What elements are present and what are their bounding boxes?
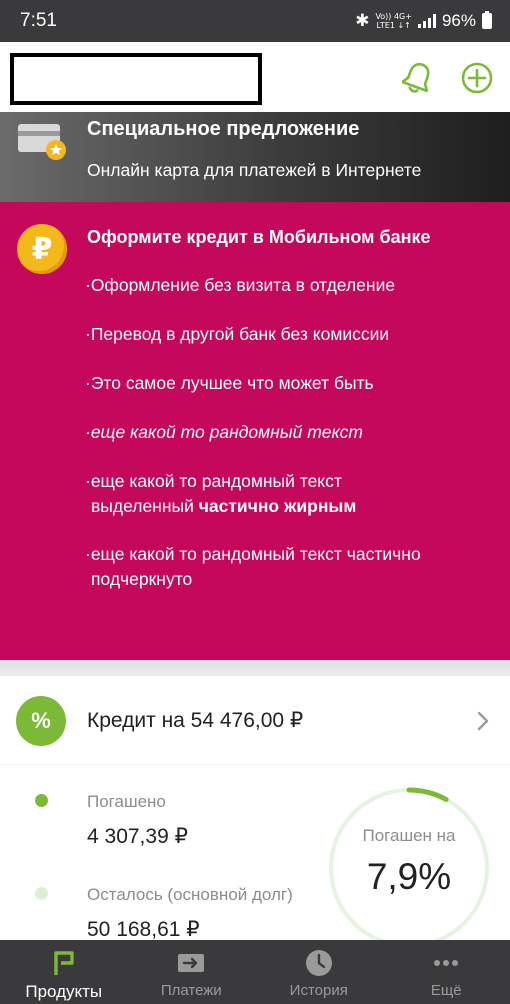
ring-value: 7,9% <box>366 856 452 897</box>
special-offer-title: Специальное предложение <box>87 118 360 140</box>
nav-more-label: Ещё <box>430 982 462 999</box>
network-type: Vo)) 4G+ LTE1 ↓↑ <box>375 12 412 30</box>
promo-item-line: подчеркнуто <box>91 569 193 589</box>
percent-icon: % <box>16 696 66 746</box>
credit-title: Кредит на 54 476,00 ₽ <box>87 709 304 732</box>
promo-item-italic: ·еще какой то рандомный текст <box>85 422 363 442</box>
credit-card[interactable]: % Кредит на 54 476,00 ₽ Погашено 4 307,3… <box>0 676 510 949</box>
ring-label: Погашен на <box>362 826 456 845</box>
nav-history-label: История <box>289 982 348 999</box>
promo-item: ·еще какой то рандомный текст <box>85 420 363 445</box>
bell-icon[interactable] <box>402 60 434 94</box>
status-indicators: ✱ Vo)) 4G+ LTE1 ↓↑ 96% <box>355 11 492 31</box>
nav-history[interactable]: История <box>255 940 383 1004</box>
promo-item-bold: частично жирным <box>198 496 357 516</box>
promo-item: ·Это самое лучшее что может быть <box>85 373 374 393</box>
add-circle-icon[interactable] <box>461 62 493 94</box>
section-separator <box>0 660 510 676</box>
card-star-icon <box>18 124 66 160</box>
status-time: 7:51 <box>20 10 57 31</box>
promo-item: ·еще какой то рандомный текст частично п… <box>85 542 421 592</box>
promo-item-regular: выделенный <box>91 496 199 516</box>
more-dots-icon <box>434 960 459 966</box>
promo-item-line: выделенный частично жирным <box>85 494 356 519</box>
promo-item-line: ·еще какой то рандомный текст частично <box>85 544 421 564</box>
paid-value: 4 307,39 ₽ <box>87 825 188 848</box>
products-logo-icon <box>54 951 74 975</box>
remaining-value: 50 168,61 ₽ <box>87 918 200 941</box>
remaining-label: Осталось (основной долг) <box>87 885 293 904</box>
chevron-right-icon[interactable] <box>476 710 490 732</box>
redacted-title-box <box>10 53 262 105</box>
bottom-nav: Продукты Платежи История Ещё <box>0 940 510 1004</box>
nav-payments[interactable]: Платежи <box>128 940 256 1004</box>
promo-item: ·Перевод в другой банк без комиссии <box>85 324 390 344</box>
nav-payments-label: Платежи <box>160 982 222 999</box>
network-type-top: Vo)) 4G+ <box>375 12 412 21</box>
promo-item: ·еще какой то рандомный текст выделенный… <box>85 469 356 519</box>
ruble-coin-icon: ₽ <box>17 224 67 274</box>
paid-legend-dot <box>35 794 48 807</box>
app-header <box>0 42 510 112</box>
divider <box>0 764 510 765</box>
promo-item: ·Оформление без визита в отделение <box>85 275 396 295</box>
promo-title: Оформите кредит в Мобильном банке <box>87 227 431 247</box>
bluetooth-icon: ✱ <box>355 11 370 30</box>
status-bar: 7:51 ✱ Vo)) 4G+ LTE1 ↓↑ 96% <box>0 0 510 42</box>
special-offer-banner[interactable]: Специальное предложение Онлайн карта для… <box>0 112 510 202</box>
history-clock-icon <box>305 950 332 976</box>
promo-item-line: ·еще какой то рандомный текст <box>85 471 342 491</box>
remaining-legend-dot <box>35 887 48 900</box>
nav-more[interactable]: Ещё <box>383 940 510 1004</box>
signal-icon <box>417 14 436 28</box>
nav-products[interactable]: Продукты <box>0 940 128 1004</box>
nav-products-label: Продукты <box>25 982 103 1001</box>
special-offer-subtitle: Онлайн карта для платежей в Интернете <box>87 160 422 180</box>
network-type-bottom: LTE1 ↓↑ <box>376 21 411 30</box>
credit-promo-banner[interactable]: ₽ Оформите кредит в Мобильном банке ·Офо… <box>0 202 510 660</box>
paid-label: Погашено <box>87 792 166 811</box>
payments-arrow-icon <box>178 954 205 972</box>
battery-percent: 96% <box>441 11 476 30</box>
battery-icon <box>482 11 492 29</box>
